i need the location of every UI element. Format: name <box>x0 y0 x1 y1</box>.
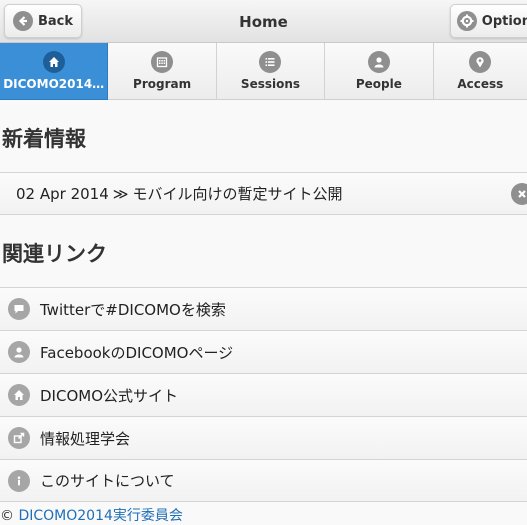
external-link-icon <box>8 427 30 449</box>
link-item-about[interactable]: このサイトについて <box>0 459 527 502</box>
link-item-label: このサイトについて <box>40 472 175 490</box>
header-bar: Back Home Option <box>0 0 527 43</box>
home-icon <box>42 51 65 73</box>
news-section-title: 新着情報 <box>2 127 86 151</box>
news-text: モバイル向けの暫定サイト公開 <box>132 185 343 203</box>
map-pin-icon <box>469 51 492 73</box>
nav-item-label: Access <box>457 77 504 91</box>
news-item[interactable]: 02 Apr 2014 ≫ モバイル向けの暫定サイト公開 <box>0 172 527 215</box>
link-item-label: DICOMO公式サイト <box>40 386 179 405</box>
news-list: 02 Apr 2014 ≫ モバイル向けの暫定サイト公開 <box>0 172 527 215</box>
nav-item-people[interactable]: People <box>325 43 434 100</box>
nav-item-access[interactable]: Access <box>433 43 527 100</box>
nav-item-program[interactable]: Program <box>108 43 217 100</box>
link-item-twitter[interactable]: Twitterで#DICOMOを検索 <box>0 287 527 330</box>
link-item-label: Twitterで#DICOMOを検索 <box>40 300 226 319</box>
copyright-symbol: © <box>0 508 14 524</box>
nav-item-label: Program <box>133 77 192 91</box>
nav-item-label: People <box>355 77 402 91</box>
person-icon <box>367 51 390 73</box>
link-item-facebook[interactable]: FacebookのDICOMOページ <box>0 330 527 373</box>
nav-item-sessions[interactable]: Sessions <box>216 43 326 100</box>
links-list: Twitterで#DICOMOを検索 FacebookのDICOMOページ DI… <box>0 287 527 502</box>
news-separator: ≫ <box>112 184 129 203</box>
nav-item-dicomo2014[interactable]: DICOMO2014… <box>0 43 109 100</box>
calendar-icon <box>151 51 174 73</box>
news-date: 02 Apr 2014 <box>16 184 109 203</box>
option-button-label: Option <box>481 13 527 29</box>
home-icon <box>8 384 30 406</box>
link-item-label: 情報処理学会 <box>40 429 131 448</box>
nav-item-label: DICOMO2014… <box>3 77 105 91</box>
footer-committee-link[interactable]: DICOMO2014実行委員会 <box>18 508 182 524</box>
close-icon[interactable] <box>511 183 527 205</box>
footer: © DICOMO2014実行委員会 <box>0 505 527 525</box>
chat-bubble-icon <box>8 298 30 320</box>
list-icon <box>259 51 282 73</box>
link-item-ipsj[interactable]: 情報処理学会 <box>0 416 527 459</box>
info-icon <box>8 469 30 492</box>
nav-item-label: Sessions <box>240 77 301 91</box>
link-item-official-site[interactable]: DICOMO公式サイト <box>0 373 527 416</box>
person-icon <box>8 341 30 363</box>
option-button[interactable]: Option <box>450 4 527 38</box>
links-section-title: 関連リンク <box>2 242 107 266</box>
main-navbar: DICOMO2014… Program Sessions People Acce… <box>0 43 527 100</box>
link-item-label: FacebookのDICOMOページ <box>40 343 234 362</box>
gear-icon <box>457 11 477 31</box>
page-title: Home <box>239 13 288 31</box>
